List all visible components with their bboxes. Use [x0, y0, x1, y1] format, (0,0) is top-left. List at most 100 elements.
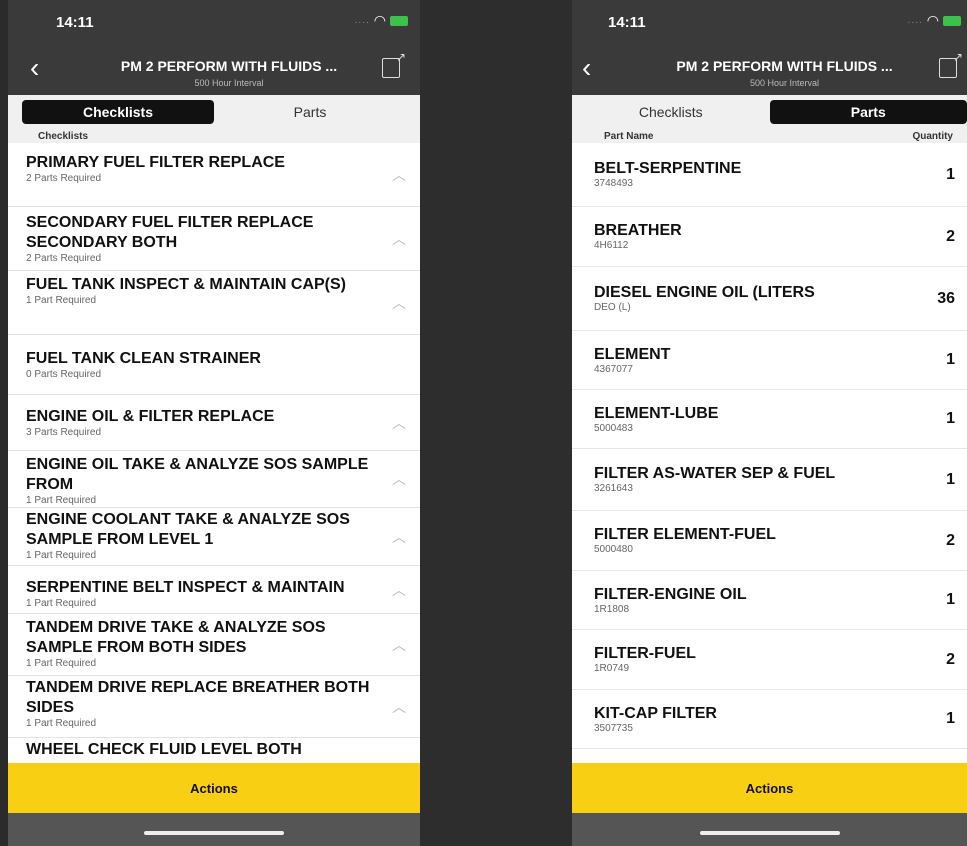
phone-parts: 14:11 .... ◠ ‹ PM 2 PERFORM WITH FLUIDS … [572, 0, 967, 846]
part-qty: 36 [937, 289, 955, 307]
part-name: BELT-SERPENTINE [594, 160, 742, 177]
status-icons: .... ◠ [908, 12, 961, 29]
part-name: BREATHER [594, 222, 682, 239]
list-item[interactable]: ENGINE COOLANT TAKE & ANALYZE SOS SAMPLE… [8, 508, 420, 566]
actions-button[interactable]: Actions [8, 763, 420, 813]
part-name: FILTER ELEMENT-FUEL [594, 526, 776, 543]
item-name: PRIMARY FUEL FILTER REPLACE [26, 154, 285, 171]
item-name: SECONDARY FUEL FILTER REPLACE SECONDARY … [26, 214, 314, 251]
item-name: TANDEM DRIVE REPLACE BREATHER BOTH SIDES [26, 679, 370, 716]
item-name: SERPENTINE BELT INSPECT & MAINTAIN [26, 579, 345, 596]
list-item[interactable]: ENGINE OIL & FILTER REPLACE 3 Parts Requ… [8, 395, 420, 451]
checklist-list: PRIMARY FUEL FILTER REPLACE 2 Parts Requ… [8, 143, 420, 768]
share-icon[interactable] [382, 50, 406, 78]
list-item[interactable]: SERPENTINE BELT INSPECT & MAINTAIN 1 Par… [8, 566, 420, 614]
part-name: ELEMENT [594, 345, 671, 363]
table-row[interactable]: FILTER ELEMENT-FUEL 5000480 2 [572, 511, 967, 571]
chevron-up-icon[interactable]: ︿ [392, 527, 406, 547]
battery-icon [390, 15, 408, 26]
chevron-up-icon[interactable]: ︿ [392, 697, 406, 717]
part-qty: 1 [946, 351, 955, 368]
page-subtitle: 500 Hour Interval [194, 78, 264, 88]
list-item[interactable]: SECONDARY FUEL FILTER REPLACE SECONDARY … [8, 207, 420, 271]
table-row[interactable]: BELT-SERPENTINE 3748493 1 [572, 143, 967, 207]
bottom-bar [8, 813, 420, 846]
part-qty: 2 [946, 227, 955, 245]
part-name: FILTER AS-WATER SEP & FUEL [594, 465, 836, 482]
actions-button[interactable]: Actions [572, 763, 967, 813]
signal-icon: .... [907, 15, 923, 26]
part-qty: 2 [946, 650, 955, 668]
column-part-name: Part Name [604, 131, 654, 142]
tab-checklists[interactable]: Checklists [572, 100, 770, 124]
status-icons: .... ◠ [355, 12, 408, 29]
home-indicator[interactable] [699, 831, 840, 835]
list-item[interactable]: ENGINE OIL TAKE & ANALYZE SOS SAMPLE FRO… [8, 451, 420, 508]
table-row[interactable]: DIESEL ENGINE OIL (LITERS DEO (L) 36 [572, 267, 967, 331]
table-row[interactable]: FILTER-FUEL 1R0749 2 [572, 630, 967, 690]
item-name: ENGINE COOLANT TAKE & ANALYZE SOS SAMPLE… [26, 511, 350, 548]
tab-checklists[interactable]: Checklists [22, 100, 214, 124]
column-quantity: Quantity [912, 131, 953, 142]
table-row[interactable]: BREATHER 4H6112 2 [572, 207, 967, 267]
chevron-up-icon[interactable]: ︿ [392, 413, 406, 433]
part-code: 3261643 [594, 483, 633, 494]
item-name: ENGINE OIL & FILTER REPLACE [26, 408, 275, 425]
item-sub: 1 Part Required [26, 495, 97, 506]
table-row[interactable]: FILTER-ENGINE OIL 1R1808 1 [572, 571, 967, 630]
bottom-bar [572, 813, 967, 846]
list-item[interactable]: TANDEM DRIVE TAKE & ANALYZE SOS SAMPLE F… [8, 614, 420, 676]
tab-parts[interactable]: Parts [769, 100, 967, 124]
list-item[interactable]: FUEL TANK CLEAN STRAINER 0 Parts Require… [8, 335, 420, 395]
part-code: 3507735 [594, 722, 633, 734]
item-sub: 2 Parts Required [26, 253, 102, 264]
part-code: DEO (L) [594, 302, 631, 313]
status-time: 14:11 [56, 14, 94, 31]
part-code: 3748493 [594, 178, 633, 189]
list-item[interactable]: FUEL TANK INSPECT & MAINTAIN CAP(S) 1 Pa… [8, 271, 420, 335]
item-name: WHEEL CHECK FLUID LEVEL BOTH [26, 741, 302, 758]
part-code: 5000480 [594, 544, 633, 555]
table-row[interactable]: ELEMENT 4367077 1 [572, 331, 967, 390]
chevron-up-icon[interactable]: ︿ [392, 469, 406, 489]
chevron-up-icon[interactable]: ︿ [392, 635, 406, 655]
part-name: FILTER-ENGINE OIL [594, 585, 747, 603]
item-name: TANDEM DRIVE TAKE & ANALYZE SOS SAMPLE F… [26, 619, 326, 656]
page-title: PM 2 PERFORM WITH FLUIDS ... [676, 58, 893, 74]
part-name: DIESEL ENGINE OIL (LITERS [594, 284, 815, 301]
part-qty: 1 [946, 710, 955, 727]
tab-parts[interactable]: Parts [214, 100, 406, 124]
chevron-up-icon[interactable]: ︿ [392, 580, 406, 600]
chevron-up-icon[interactable]: ︿ [392, 229, 406, 249]
section-label: Checklists [38, 131, 89, 142]
home-indicator[interactable] [144, 831, 284, 835]
item-sub: 0 Parts Required [26, 369, 102, 380]
table-row[interactable]: KIT-CAP FILTER 3507735 1 [572, 690, 967, 749]
background-gap [420, 0, 572, 846]
status-time: 14:11 [608, 14, 646, 31]
part-code: 5000483 [594, 422, 633, 434]
table-row[interactable]: FILTER AS-WATER SEP & FUEL 3261643 1 [572, 449, 967, 511]
part-qty: 1 [946, 470, 955, 488]
table-row[interactable]: ELEMENT-LUBE 5000483 1 [572, 390, 967, 449]
share-icon[interactable] [939, 50, 963, 78]
part-qty: 2 [946, 531, 955, 549]
segment-control: Checklists Parts Checklists [8, 95, 420, 143]
part-code: 4367077 [594, 363, 633, 375]
wifi-icon: ◠ [926, 12, 939, 28]
chevron-up-icon[interactable]: ︿ [392, 165, 406, 185]
list-item[interactable]: PRIMARY FUEL FILTER REPLACE 2 Parts Requ… [8, 143, 420, 207]
battery-icon [943, 15, 961, 26]
part-name: ELEMENT-LUBE [594, 404, 719, 422]
chevron-up-icon[interactable]: ︿ [392, 293, 406, 313]
item-sub: 1 Part Required [26, 658, 97, 669]
part-code: 1R1808 [594, 603, 630, 615]
list-item[interactable]: TANDEM DRIVE REPLACE BREATHER BOTH SIDES… [8, 676, 420, 738]
item-sub: 2 Parts Required [26, 173, 102, 184]
part-code: 1R0749 [594, 663, 630, 674]
item-sub: 1 Part Required [26, 295, 97, 306]
signal-icon: .... [354, 15, 370, 26]
segment-control: Checklists Parts Part Name Quantity [572, 95, 967, 143]
part-code: 4H6112 [594, 240, 629, 251]
item-sub: 1 Part Required [26, 550, 97, 561]
